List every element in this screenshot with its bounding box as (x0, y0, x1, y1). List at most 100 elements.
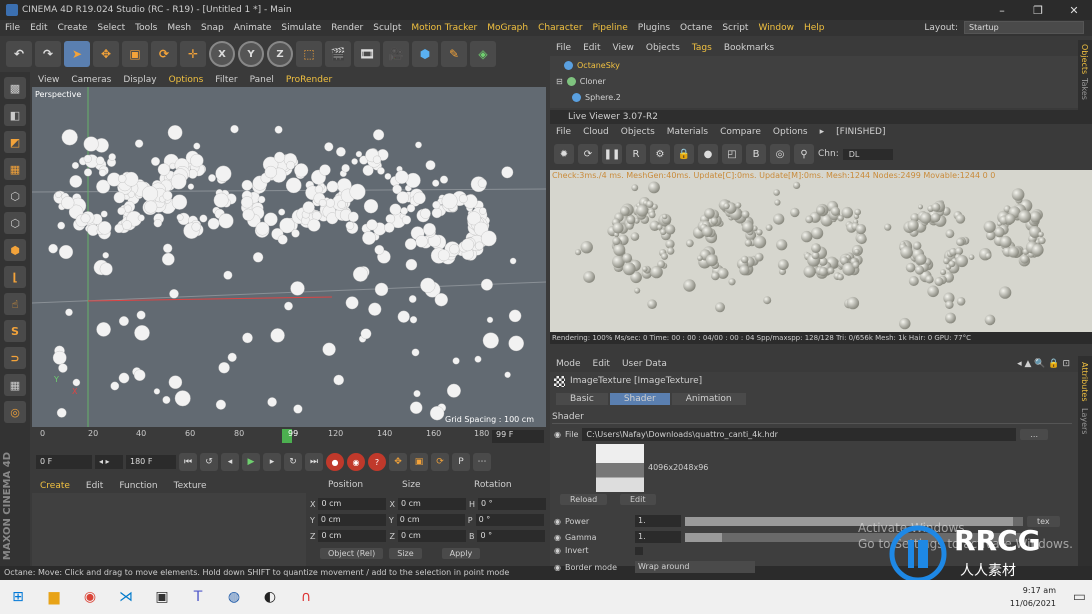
object-menu-view[interactable]: View (607, 43, 640, 53)
position-x-field[interactable]: 0 cm (318, 498, 387, 510)
lv-menu-materials[interactable]: Materials (661, 127, 714, 137)
channel-dropdown[interactable]: DL (842, 148, 893, 160)
tab-objects[interactable]: Objects (1080, 44, 1089, 74)
render-settings-icon[interactable]: 🎥 (383, 41, 409, 67)
lock-workplane-icon[interactable]: ◎ (4, 401, 26, 423)
menu-snap[interactable]: Snap (196, 23, 229, 33)
menu-sculpt[interactable]: Sculpt (368, 23, 406, 33)
x-axis-lock-icon[interactable]: X (209, 41, 235, 67)
minimize-button[interactable]: – (984, 0, 1020, 20)
pen-spline-icon[interactable]: ✎ (441, 41, 467, 67)
object-row-octanesky[interactable]: OctaneSky (564, 61, 620, 70)
snap-icon[interactable]: S (4, 320, 26, 342)
headset-app-icon[interactable]: ∩ (288, 580, 324, 614)
model-mode-icon[interactable]: ◧ (4, 104, 26, 126)
pycharm-icon[interactable]: ▣ (144, 580, 180, 614)
viewport-menu-filter[interactable]: Filter (209, 75, 243, 85)
attr-menu-edit[interactable]: Edit (587, 359, 616, 369)
attr-menu-mode[interactable]: Mode (550, 359, 587, 369)
object-row-cloner[interactable]: ⊟ Cloner (556, 77, 606, 86)
send-scene-icon[interactable]: ✹ (554, 144, 574, 164)
radio-icon[interactable]: ◉ (554, 430, 561, 439)
settings-gear-icon[interactable]: ⚙ (650, 144, 670, 164)
pin-icon[interactable]: ⚲ (794, 144, 814, 164)
material-menu-texture[interactable]: Texture (166, 481, 215, 491)
key-rotation-icon[interactable]: ⟳ (431, 453, 449, 471)
attr-menu-user-data[interactable]: User Data (616, 359, 673, 369)
go-to-end-icon[interactable]: ⏭ (305, 453, 323, 471)
material-list-area[interactable] (32, 493, 306, 566)
frame-stepper[interactable]: ◂ ▸ (95, 455, 123, 469)
tab-layers[interactable]: Layers (1080, 408, 1089, 434)
tab-takes[interactable]: Takes (1080, 78, 1089, 100)
next-key-icon[interactable]: ↻ (284, 453, 302, 471)
render-preview[interactable]: Check:3ms./4 ms. MeshGen:40ms. Update[C]… (550, 170, 1092, 332)
render-region-icon[interactable]: R (626, 144, 646, 164)
object-menu-bookmarks[interactable]: Bookmarks (718, 43, 780, 53)
move-tool-icon[interactable]: ✥ (93, 41, 119, 67)
material-menu-create[interactable]: Create (32, 481, 78, 491)
focus-picker-icon[interactable]: ◰ (722, 144, 742, 164)
rotate-tool-icon[interactable]: ⟳ (151, 41, 177, 67)
z-axis-lock-icon[interactable]: Z (267, 41, 293, 67)
apply-button[interactable]: Apply (441, 548, 481, 559)
object-row-sphere[interactable]: Sphere.2 (572, 93, 621, 102)
menu-create[interactable]: Create (53, 23, 93, 33)
lv-menu-compare[interactable]: Compare (714, 127, 767, 137)
menu-help[interactable]: Help (799, 23, 830, 33)
axis-mode-icon[interactable]: ⌊ (4, 266, 26, 288)
live-selection-icon[interactable]: ➤ (64, 41, 90, 67)
cube-object-icon[interactable]: ⬢ (412, 41, 438, 67)
recent-tools-icon[interactable]: ✛ (180, 41, 206, 67)
menu-animate[interactable]: Animate (229, 23, 277, 33)
edges-mode-icon[interactable]: ⬡ (4, 212, 26, 234)
texture-mode-icon[interactable]: ◩ (4, 131, 26, 153)
previous-frame-icon[interactable]: ◂ (221, 453, 239, 471)
size-x-field[interactable]: 0 cm (397, 498, 466, 510)
vscode-icon[interactable]: ⋊ (108, 580, 144, 614)
notification-icon[interactable]: ▭ (1073, 589, 1086, 605)
restart-render-icon[interactable]: ⟳ (578, 144, 598, 164)
clay-mode-icon[interactable]: ● (698, 144, 718, 164)
subdivision-icon[interactable]: ◈ (470, 41, 496, 67)
material-menu-function[interactable]: Function (111, 481, 165, 491)
radio-icon[interactable]: ◉ (554, 517, 561, 526)
menu-plugins[interactable]: Plugins (633, 23, 675, 33)
object-menu-objects[interactable]: Objects (640, 43, 686, 53)
menu-tools[interactable]: Tools (130, 23, 162, 33)
lv-menu-arrow[interactable]: ▸ (814, 127, 831, 137)
gamma-field[interactable]: 1. (634, 531, 681, 543)
polygons-mode-icon[interactable]: ⬢ (4, 239, 26, 261)
workplane-mode-icon[interactable]: ▦ (4, 158, 26, 180)
menu-motion-tracker[interactable]: Motion Tracker (406, 23, 482, 33)
rotation-h-field[interactable]: 0 ° (477, 498, 546, 510)
keyframe-selection-icon[interactable]: ? (368, 453, 386, 471)
tab-attributes[interactable]: Attributes (1080, 362, 1089, 402)
browse-file-button[interactable]: ... (1020, 429, 1049, 440)
rotation-p-field[interactable]: 0 ° (475, 514, 544, 526)
lv-menu-file[interactable]: File (550, 127, 577, 137)
viewport-menu-cameras[interactable]: Cameras (65, 75, 117, 85)
menu-simulate[interactable]: Simulate (276, 23, 326, 33)
layout-select[interactable]: Startup (964, 21, 1084, 34)
key-scale-icon[interactable]: ▣ (410, 453, 428, 471)
pause-render-icon[interactable]: ❚❚ (602, 144, 622, 164)
render-view-icon[interactable]: 🎬 (325, 41, 351, 67)
viewport-menu-prorender[interactable]: ProRender (280, 75, 338, 85)
menu-window[interactable]: Window (753, 23, 799, 33)
start-frame-field[interactable]: 0 F (36, 455, 92, 469)
menu-select[interactable]: Select (92, 23, 130, 33)
file-path-field[interactable]: C:\Users\Nafay\Downloads\quattro_canti_4… (582, 428, 1017, 441)
lock-resolution-icon[interactable]: 🔒 (674, 144, 694, 164)
windows-start-icon[interactable]: ⊞ (0, 580, 36, 614)
radio-icon[interactable]: ◉ (554, 563, 561, 572)
coord-mode-dropdown[interactable]: Object (Rel) (320, 548, 384, 559)
menu-octane[interactable]: Octane (675, 23, 717, 33)
menu-render[interactable]: Render (326, 23, 368, 33)
file-explorer-icon[interactable]: ▆ (36, 580, 72, 614)
viewport-menu-options[interactable]: Options (163, 75, 210, 85)
make-editable-icon[interactable]: ▩ (4, 77, 26, 99)
collapse-icon[interactable]: ⊟ (556, 77, 563, 86)
coordinate-system-icon[interactable]: ⬚ (296, 41, 322, 67)
lv-menu-cloud[interactable]: Cloud (577, 127, 615, 137)
